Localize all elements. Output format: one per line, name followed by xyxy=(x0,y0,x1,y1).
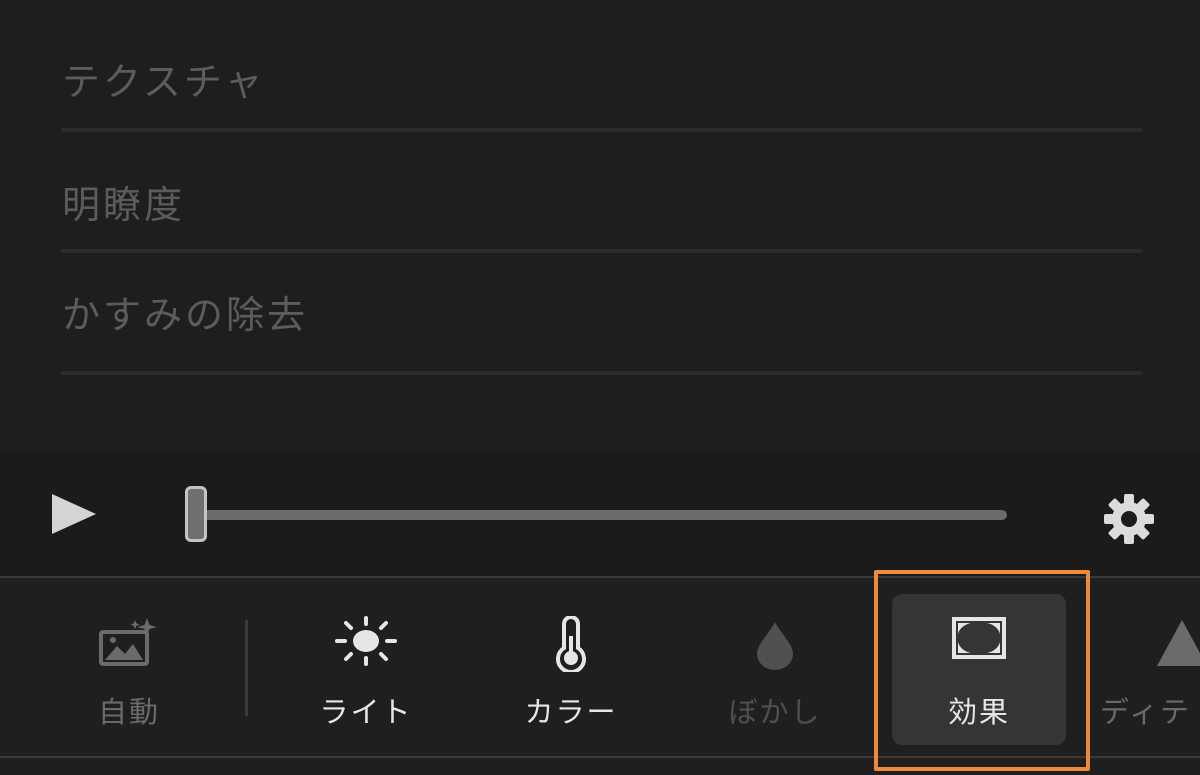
tool-label: 自動 xyxy=(97,695,160,729)
tool-label: 効果 xyxy=(947,695,1010,729)
adjustment-label: テクスチャ xyxy=(62,60,266,104)
sun-icon xyxy=(335,616,397,666)
timeline-slider[interactable] xyxy=(185,486,1015,542)
vignette-icon xyxy=(952,617,1006,659)
adjustment-list: テクスチャ 明瞭度 かすみの除去 xyxy=(0,0,1200,452)
settings-button[interactable] xyxy=(1100,490,1158,548)
tool-light[interactable]: ライト xyxy=(316,578,416,756)
tool-separator xyxy=(245,620,248,716)
adjustment-divider xyxy=(61,249,1143,253)
auto-enhance-icon xyxy=(99,618,157,666)
adjustment-clarity[interactable]: 明瞭度 xyxy=(61,132,1143,253)
triangle-icon xyxy=(1157,620,1200,666)
tool-blur[interactable]: ぼかし xyxy=(724,578,826,756)
thermometer-icon xyxy=(556,616,586,672)
timeline-handle[interactable] xyxy=(185,486,207,542)
gear-icon xyxy=(1104,494,1154,544)
adjustment-texture[interactable]: テクスチャ xyxy=(61,11,1143,132)
playback-bar xyxy=(0,452,1200,576)
play-icon xyxy=(52,494,96,534)
tool-effects[interactable]: 効果 xyxy=(892,578,1066,756)
adjustment-label: かすみの除去 xyxy=(62,293,309,337)
tool-color[interactable]: カラー xyxy=(520,578,622,756)
tool-label: ぼかし xyxy=(728,695,822,729)
timeline-track xyxy=(195,510,1007,520)
editor-screen: テクスチャ 明瞭度 かすみの除去 自動 ライト カラー ぼかし 効果 ディテ xyxy=(0,0,1200,775)
droplet-icon xyxy=(757,622,793,670)
tool-label: ディテ xyxy=(1100,695,1191,729)
adjustment-divider xyxy=(61,371,1143,375)
tool-strip: 自動 ライト カラー ぼかし 効果 ディテ xyxy=(0,578,1200,756)
tool-auto[interactable]: 自動 xyxy=(78,578,180,756)
tool-detail[interactable]: ディテ xyxy=(1100,578,1200,756)
adjustment-label: 明瞭度 xyxy=(62,183,186,227)
tool-label: カラー xyxy=(524,695,618,729)
adjustment-dehaze[interactable]: かすみの除去 xyxy=(61,254,1143,375)
tool-label: ライト xyxy=(319,695,413,729)
toolbar-bottom-divider xyxy=(0,756,1200,758)
play-button[interactable] xyxy=(44,492,104,536)
